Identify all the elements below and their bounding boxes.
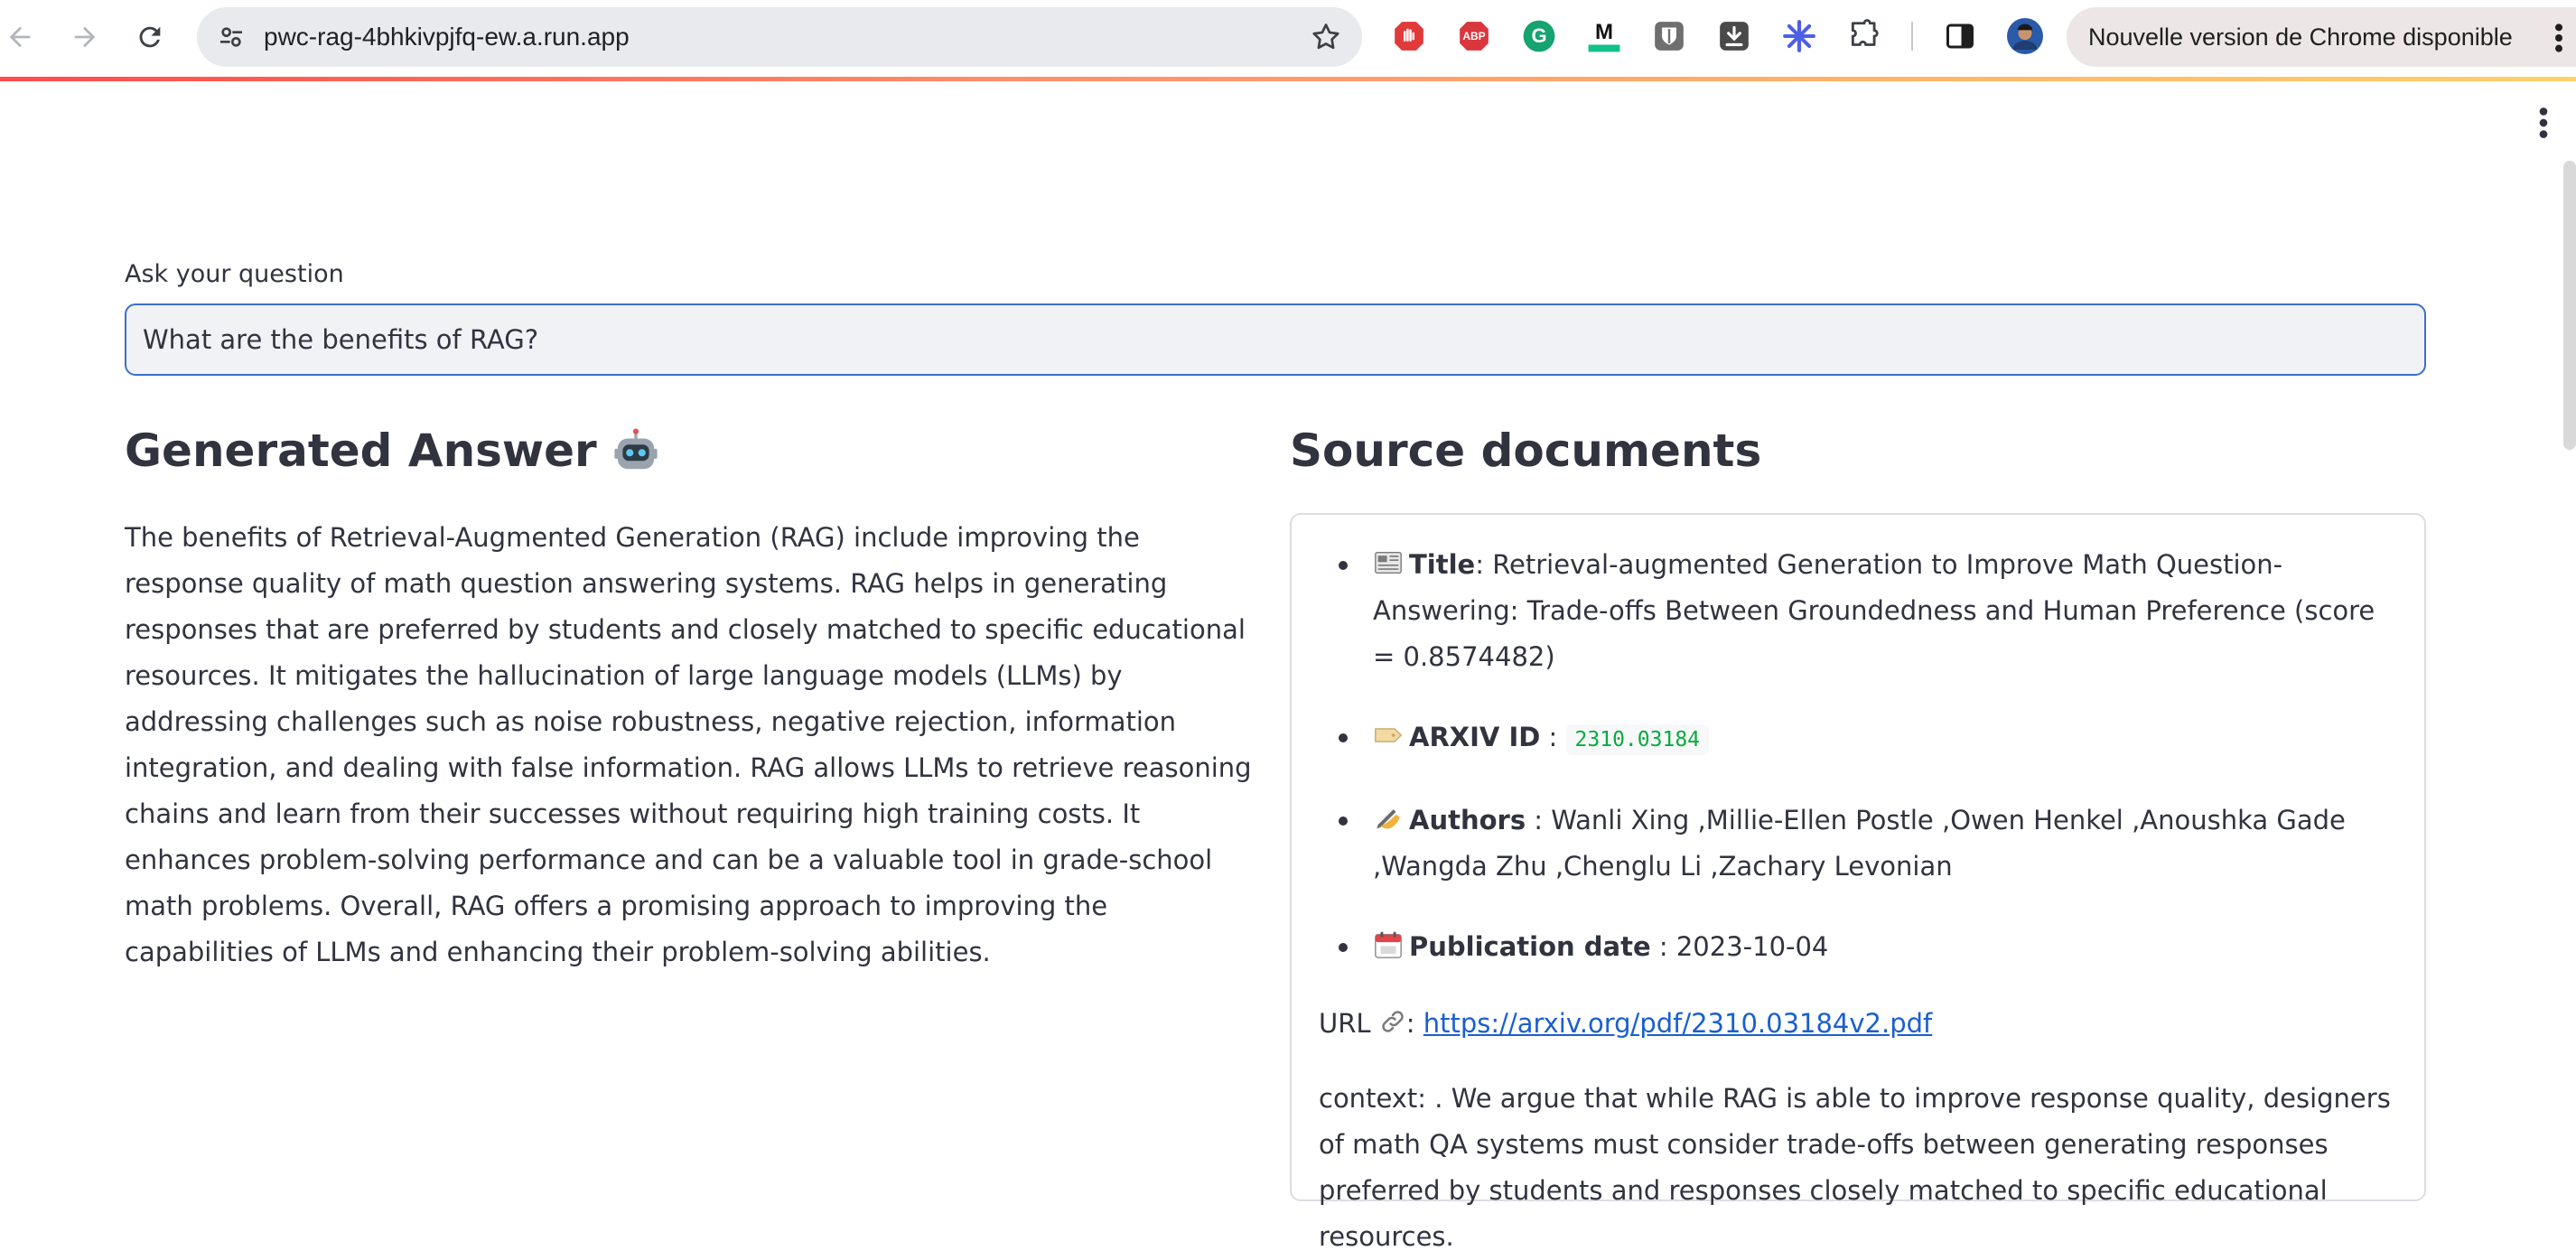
chrome-menu-icon[interactable] — [2554, 23, 2563, 53]
reload-icon — [139, 26, 161, 48]
bitwarden-icon[interactable] — [1651, 18, 1687, 54]
source-arxiv-item: ARXIV ID : 2310.03184 — [1339, 714, 2397, 763]
source-date-value: : 2023-10-04 — [1650, 931, 1829, 962]
calendar-icon — [1375, 931, 1402, 958]
chrome-update-chip[interactable]: Nouvelle version de Chrome disponible — [2067, 7, 2576, 67]
source-title-label: Title — [1409, 549, 1476, 580]
answer-column: Generated Answer The benefits of Retriev… — [125, 417, 1261, 975]
forward-button[interactable] — [60, 12, 110, 62]
adblock-label: ABP — [1462, 30, 1486, 42]
forward-arrow-icon — [74, 26, 96, 48]
link-icon — [1382, 1011, 1404, 1032]
source-document-card: Title: Retrieval-augmented Generation to… — [1290, 513, 2426, 1252]
back-arrow-icon — [9, 26, 31, 48]
puzzle-icon[interactable] — [1846, 18, 1882, 54]
bookmark-star-icon[interactable] — [1310, 21, 1342, 53]
download-icon[interactable] — [1716, 18, 1752, 54]
source-date-label: Publication date — [1409, 931, 1651, 962]
url-text[interactable]: pwc-rag-4bhkivpjfq-ew.a.run.app — [264, 23, 630, 51]
newspaper-icon — [1375, 551, 1402, 574]
question-input[interactable] — [125, 303, 2426, 376]
asterisk-icon[interactable] — [1781, 18, 1817, 54]
tag-icon — [1375, 728, 1403, 742]
browser-toolbar: pwc-rag-4bhkivpjfq-ew.a.run.app ABP G M … — [0, 0, 2576, 74]
generated-answer-text: The benefits of Retrieval-Augmented Gene… — [125, 522, 1252, 967]
sources-heading: Source documents — [1290, 425, 1762, 477]
source-arxiv-label: ARXIV ID — [1409, 722, 1541, 752]
source-url-label: URL — [1319, 1008, 1371, 1039]
source-arxiv-separator: : — [1540, 722, 1566, 752]
address-bar[interactable]: pwc-rag-4bhkivpjfq-ew.a.run.app — [197, 7, 1362, 67]
source-title-item: Title: Retrieval-augmented Generation to… — [1339, 542, 2397, 680]
sources-column: Source documents Title: Retrieval-augmen… — [1290, 417, 2426, 1252]
source-context-text: context: . We argue that while RAG is ab… — [1319, 1083, 2391, 1252]
reload-button[interactable] — [125, 12, 175, 62]
source-authors-label: Authors — [1409, 805, 1526, 835]
source-arxiv-value: 2310.03184 — [1565, 724, 1710, 755]
question-label: Ask your question — [125, 260, 344, 288]
source-url-line: URL : https://arxiv.org/pdf/2310.03184v2… — [1319, 1001, 2397, 1047]
page-scrollbar[interactable] — [2563, 161, 2576, 450]
source-authors-item: Authors : Wanli Xing ,Millie-Ellen Postl… — [1339, 798, 2397, 890]
app-main-menu-icon[interactable] — [2538, 107, 2549, 139]
stop-hand-icon[interactable] — [1391, 18, 1427, 54]
answer-heading-text: Generated Answer — [125, 425, 597, 477]
chrome-update-text: Nouvelle version de Chrome disponible — [2088, 23, 2513, 51]
writing-hand-icon — [1377, 809, 1400, 829]
grammarly-label: G — [1531, 24, 1547, 47]
grammarly-icon[interactable]: G — [1521, 18, 1557, 54]
toolbar-divider — [1911, 22, 1913, 51]
source-pdf-link[interactable]: https://arxiv.org/pdf/2310.03184v2.pdf — [1423, 1008, 1932, 1039]
answer-heading: Generated Answer — [125, 417, 1261, 484]
medium-icon[interactable]: M — [1586, 18, 1622, 54]
source-metadata-list: Title: Retrieval-augmented Generation to… — [1319, 542, 2397, 970]
source-url-separator: : — [1405, 1008, 1423, 1039]
source-title-value: : Retrieval-augmented Generation to Impr… — [1373, 549, 2375, 672]
source-date-item: Publication date : 2023-10-04 — [1339, 924, 2397, 970]
back-button[interactable] — [0, 12, 45, 62]
side-panel-icon[interactable] — [1942, 18, 1978, 54]
adblock-icon[interactable]: ABP — [1456, 18, 1492, 54]
site-settings-icon[interactable] — [213, 19, 249, 55]
app-header-decoration — [0, 77, 2576, 81]
robot-icon — [614, 428, 658, 470]
profile-avatar[interactable] — [2007, 18, 2043, 54]
medium-label: M — [1595, 20, 1613, 44]
